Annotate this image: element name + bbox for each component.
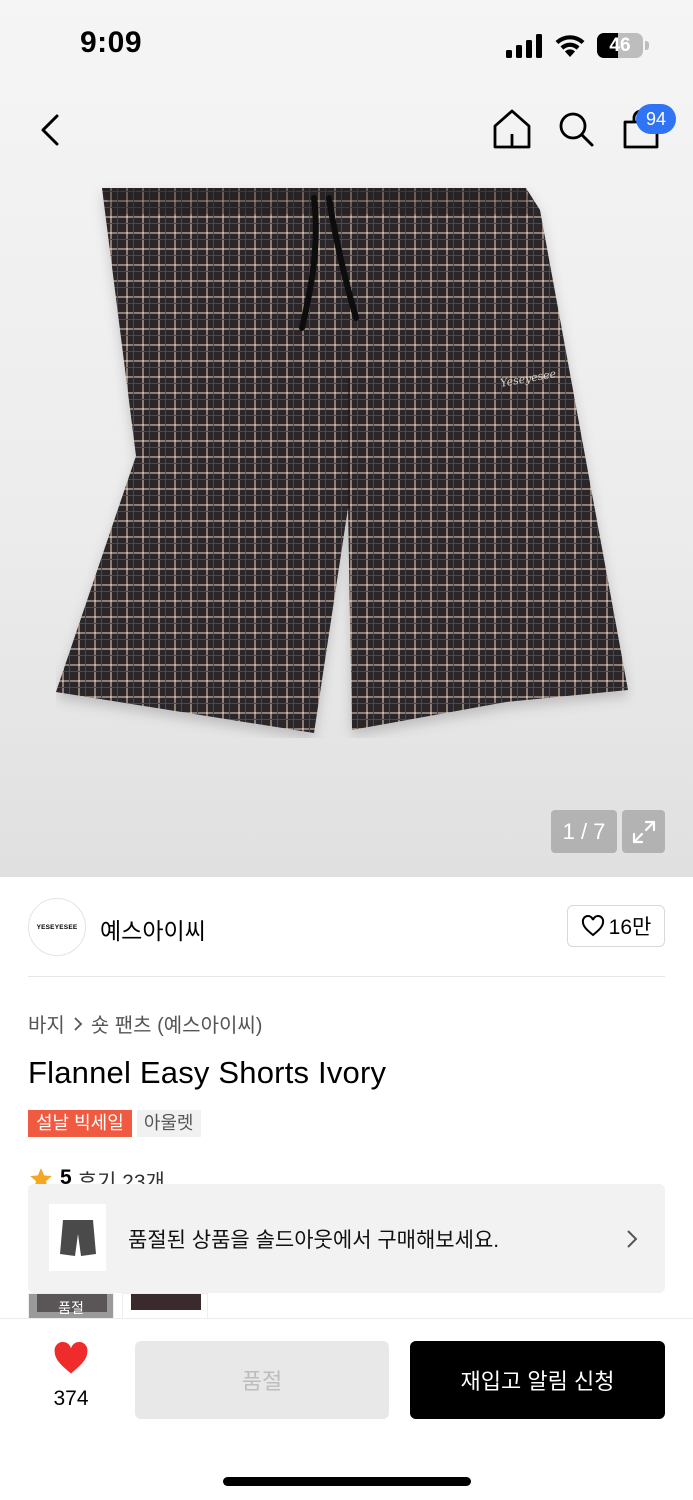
product-tags: 설날 빅세일 아울렛 (28, 1110, 201, 1137)
soldout-button[interactable]: 품절 (135, 1341, 389, 1419)
product-like-button[interactable]: 374 (40, 1341, 102, 1413)
heart-outline-icon (581, 915, 604, 937)
status-time: 9:09 (80, 26, 143, 59)
expand-button[interactable] (622, 810, 665, 853)
chevron-right-icon (627, 1230, 638, 1248)
breadcrumb-sub-category[interactable]: 숏 팬츠 (예스아이씨) (91, 1009, 263, 1038)
home-indicator (223, 1477, 471, 1486)
soldout-label: 품절 (58, 1300, 84, 1316)
expand-icon (632, 820, 655, 843)
product-like-count: 374 (53, 1387, 89, 1410)
status-bar: 9:09 46 (0, 0, 693, 90)
outlet-tag: 아울렛 (136, 1110, 201, 1137)
brand-like-button[interactable]: 16만 (567, 905, 665, 947)
product-image: Yeseyesee (56, 178, 636, 738)
heart-icon (54, 1341, 88, 1374)
review-count: 후기 23개 (77, 1171, 165, 1186)
bottom-action-bar: 374 품절 재입고 알림 신청 (0, 1318, 693, 1500)
brand-like-count: 16만 (608, 916, 652, 939)
breadcrumb: 바지 숏 팬츠 (예스아이씨) (28, 1009, 262, 1038)
option-thumbnails: 품절 (28, 1293, 208, 1319)
rating-score: 5 (60, 1166, 72, 1186)
chevron-right-icon (74, 1016, 83, 1031)
banner-message: 품절된 상품을 솔드아웃에서 구매해보세요. (128, 1229, 500, 1252)
product-image-gallery[interactable]: 9:09 46 94 Yeseyesee 1 / 7 (0, 0, 693, 877)
cart-count-badge: 94 (636, 104, 676, 134)
home-button[interactable] (490, 106, 534, 152)
star-icon (30, 1168, 52, 1186)
cellular-signal-icon (506, 34, 542, 58)
product-title: Flannel Easy Shorts Ivory (28, 1055, 387, 1090)
brand-logo[interactable]: YESEYESEE (28, 898, 86, 956)
brand-row[interactable]: YESEYESEE 예스아이씨 16만 (28, 897, 665, 957)
breadcrumb-category[interactable]: 바지 (28, 1009, 65, 1038)
restock-alert-button[interactable]: 재입고 알림 신청 (410, 1341, 665, 1419)
sale-tag: 설날 빅세일 (28, 1110, 132, 1137)
image-counter: 1 / 7 (551, 810, 617, 853)
brand-logo-text: YESEYESEE (36, 923, 78, 931)
home-icon (493, 109, 531, 149)
brand-name[interactable]: 예스아이씨 (100, 912, 206, 946)
back-button[interactable] (30, 108, 70, 152)
rating-summary[interactable]: 5 후기 23개 (28, 1166, 165, 1186)
search-button[interactable] (555, 108, 597, 150)
wifi-icon (555, 35, 585, 57)
soldout-promo-banner[interactable]: 품절된 상품을 솔드아웃에서 구매해보세요. (28, 1184, 665, 1293)
banner-product-thumbnail (49, 1204, 106, 1271)
option-thumbnail[interactable]: 품절 (28, 1293, 114, 1319)
battery-icon: 46 (597, 33, 649, 58)
option-thumbnail[interactable] (122, 1293, 208, 1319)
search-icon (559, 112, 594, 147)
divider (28, 976, 665, 977)
battery-percent: 46 (609, 35, 631, 56)
chevron-left-icon (41, 114, 59, 146)
